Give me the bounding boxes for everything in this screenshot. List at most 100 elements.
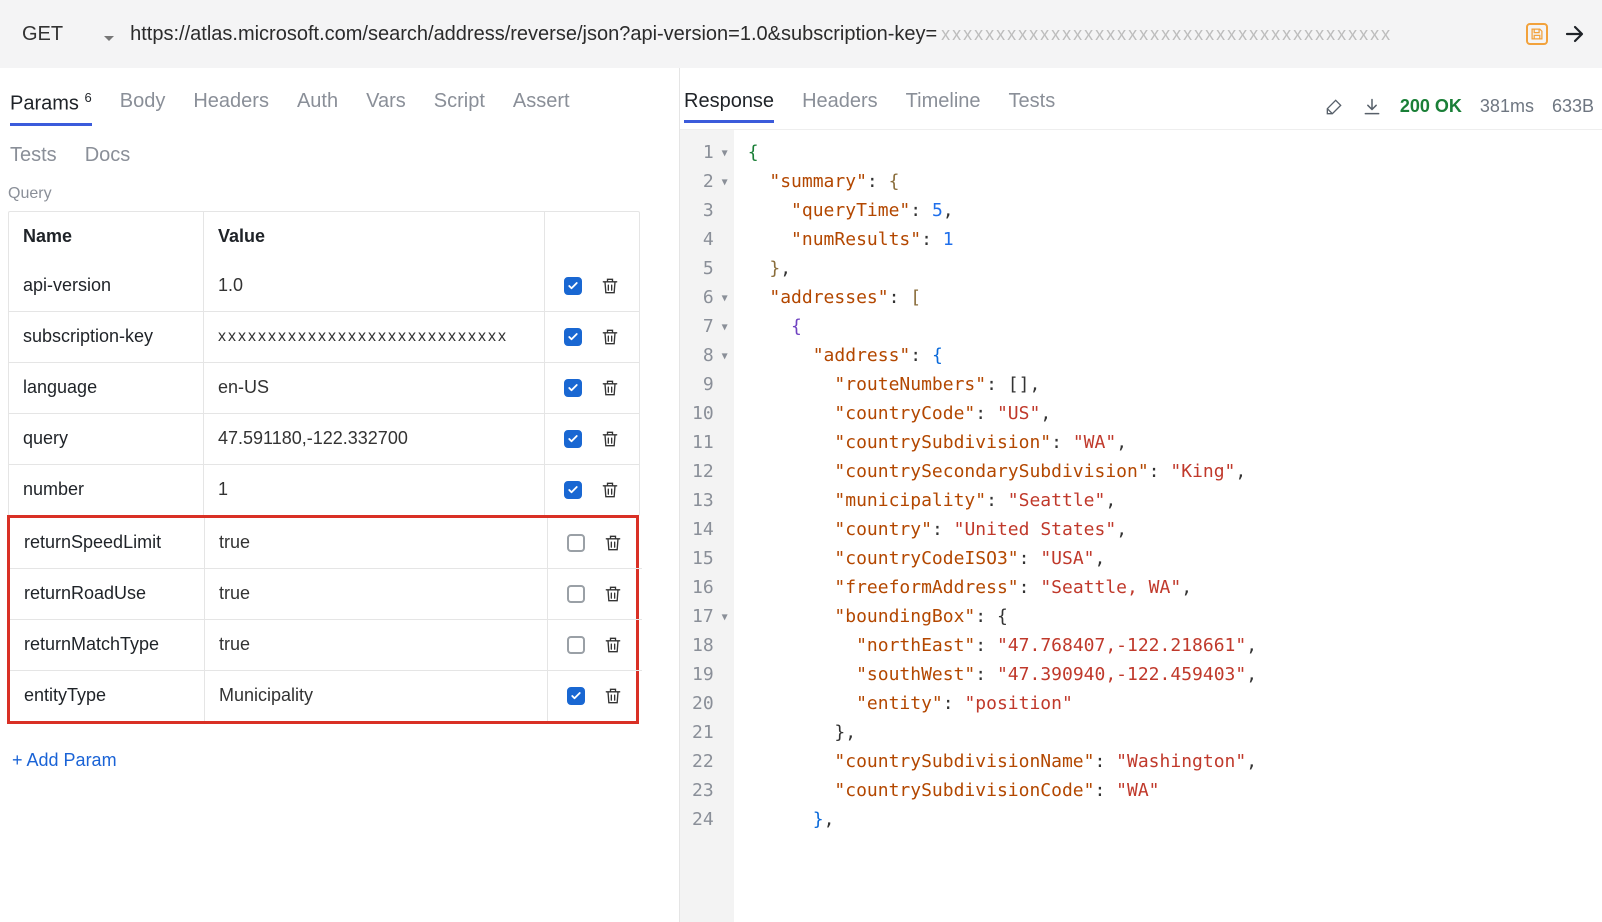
gutter-line: 24 [692, 805, 728, 834]
tab-timeline[interactable]: Timeline [906, 90, 981, 123]
gutter-line: 22 [692, 747, 728, 776]
param-enabled-checkbox[interactable] [564, 379, 582, 397]
clear-response-icon[interactable] [1324, 97, 1344, 117]
delete-param-icon[interactable] [603, 532, 623, 554]
delete-param-icon[interactable] [603, 634, 623, 656]
param-enabled-checkbox[interactable] [564, 328, 582, 346]
response-body-viewer[interactable]: 1▼2▼3 4 5 6▼7▼8▼9 10 11 12 13 14 15 16 1… [680, 129, 1602, 922]
delete-param-icon[interactable] [600, 377, 620, 399]
param-name[interactable]: subscription-key [9, 312, 204, 362]
json-code-body: { "summary": { "queryTime": 5, "numResul… [734, 130, 1265, 922]
tab-script[interactable]: Script [434, 90, 485, 126]
param-value[interactable]: true [205, 518, 548, 568]
gutter-line: 3 [692, 196, 728, 225]
download-response-icon[interactable] [1362, 97, 1382, 117]
param-value[interactable]: true [205, 620, 548, 670]
param-row: returnRoadUsetrue [10, 568, 642, 619]
gutter-line: 18 [692, 631, 728, 660]
delete-param-icon[interactable] [603, 685, 623, 707]
response-tabs: ResponseHeadersTimelineTests 200 OK 381m… [680, 68, 1602, 123]
param-enabled-checkbox[interactable] [567, 687, 585, 705]
delete-param-icon[interactable] [600, 326, 620, 348]
tab-vars[interactable]: Vars [366, 90, 406, 126]
param-name[interactable]: returnRoadUse [10, 569, 205, 619]
chevron-down-icon [103, 28, 116, 41]
gutter-line: 19 [692, 660, 728, 689]
param-enabled-checkbox[interactable] [567, 636, 585, 654]
response-status: 200 OK [1400, 96, 1462, 117]
param-enabled-checkbox[interactable] [564, 277, 582, 295]
param-name[interactable]: language [9, 363, 204, 413]
delete-param-icon[interactable] [600, 479, 620, 501]
code-line: "numResults": 1 [748, 225, 1257, 254]
send-button[interactable] [1562, 21, 1588, 47]
param-name[interactable]: api-version [9, 261, 204, 311]
code-line: "countrySubdivisionCode": "WA" [748, 776, 1257, 805]
tab-tests[interactable]: Tests [1009, 90, 1056, 123]
params-header-value: Value [204, 212, 545, 261]
tab-headers[interactable]: Headers [802, 90, 878, 123]
param-name[interactable]: returnMatchType [10, 620, 205, 670]
param-row: query47.591180,-122.332700 [9, 413, 639, 464]
request-tabs-row1: Params 6 Body Headers Auth Vars Script Assert [8, 68, 679, 126]
code-line: "countrySubdivisionName": "Washington", [748, 747, 1257, 776]
tab-params[interactable]: Params 6 [10, 90, 92, 126]
param-controls [548, 671, 642, 721]
param-row: returnSpeedLimittrue [10, 518, 642, 568]
param-name[interactable]: returnSpeedLimit [10, 518, 205, 568]
url-input[interactable]: https://atlas.microsoft.com/search/addre… [130, 23, 1512, 46]
tab-headers[interactable]: Headers [193, 90, 269, 126]
param-value[interactable]: Municipality [205, 671, 548, 721]
tab-assert[interactable]: Assert [513, 90, 570, 126]
gutter-line: 1▼ [692, 138, 728, 167]
request-tabs-row2: Tests Docs [8, 126, 679, 181]
http-method-dropdown[interactable]: GET [14, 23, 116, 46]
line-number-gutter: 1▼2▼3 4 5 6▼7▼8▼9 10 11 12 13 14 15 16 1… [680, 130, 734, 922]
gutter-line: 15 [692, 544, 728, 573]
param-controls [548, 518, 642, 568]
gutter-line: 23 [692, 776, 728, 805]
param-controls [545, 414, 639, 464]
param-value[interactable]: 1.0 [204, 261, 545, 311]
param-enabled-checkbox[interactable] [567, 585, 585, 603]
param-enabled-checkbox[interactable] [567, 534, 585, 552]
add-param-button[interactable]: + Add Param [8, 724, 679, 797]
tab-response[interactable]: Response [684, 90, 774, 123]
code-line: "countrySubdivision": "WA", [748, 428, 1257, 457]
code-line: "southWest": "47.390940,-122.459403", [748, 660, 1257, 689]
tab-auth[interactable]: Auth [297, 90, 338, 126]
param-row: api-version1.0 [9, 261, 639, 311]
tab-body[interactable]: Body [120, 90, 166, 126]
param-value[interactable]: true [205, 569, 548, 619]
url-bar: GET https://atlas.microsoft.com/search/a… [0, 0, 1602, 68]
delete-param-icon[interactable] [600, 275, 620, 297]
delete-param-icon[interactable] [603, 583, 623, 605]
param-enabled-checkbox[interactable] [564, 430, 582, 448]
delete-param-icon[interactable] [600, 428, 620, 450]
param-value[interactable]: xxxxxxxxxxxxxxxxxxxxxxxxxxxxx [204, 312, 545, 362]
url-masked-suffix: xxxxxxxxxxxxxxxxxxxxxxxxxxxxxxxxxxxxxxxx… [937, 24, 1392, 45]
param-row: entityTypeMunicipality [10, 670, 642, 721]
param-value[interactable]: 1 [204, 465, 545, 515]
param-name[interactable]: number [9, 465, 204, 515]
param-enabled-checkbox[interactable] [564, 481, 582, 499]
code-line: }, [748, 718, 1257, 747]
param-controls [548, 620, 642, 670]
param-name[interactable]: query [9, 414, 204, 464]
param-value[interactable]: 47.591180,-122.332700 [204, 414, 545, 464]
params-header-row: Name Value [9, 212, 639, 261]
tab-docs[interactable]: Docs [85, 144, 131, 167]
code-line: { [748, 312, 1257, 341]
param-name[interactable]: entityType [10, 671, 205, 721]
code-line: "routeNumbers": [], [748, 370, 1257, 399]
gutter-line: 20 [692, 689, 728, 718]
params-header-ctrl [545, 212, 639, 261]
code-line: "countrySecondarySubdivision": "King", [748, 457, 1257, 486]
tab-tests[interactable]: Tests [10, 144, 57, 167]
param-value[interactable]: en-US [204, 363, 545, 413]
gutter-line: 12 [692, 457, 728, 486]
param-controls [548, 569, 642, 619]
param-row: number1 [9, 464, 639, 515]
save-icon[interactable] [1526, 23, 1548, 45]
gutter-line: 10 [692, 399, 728, 428]
